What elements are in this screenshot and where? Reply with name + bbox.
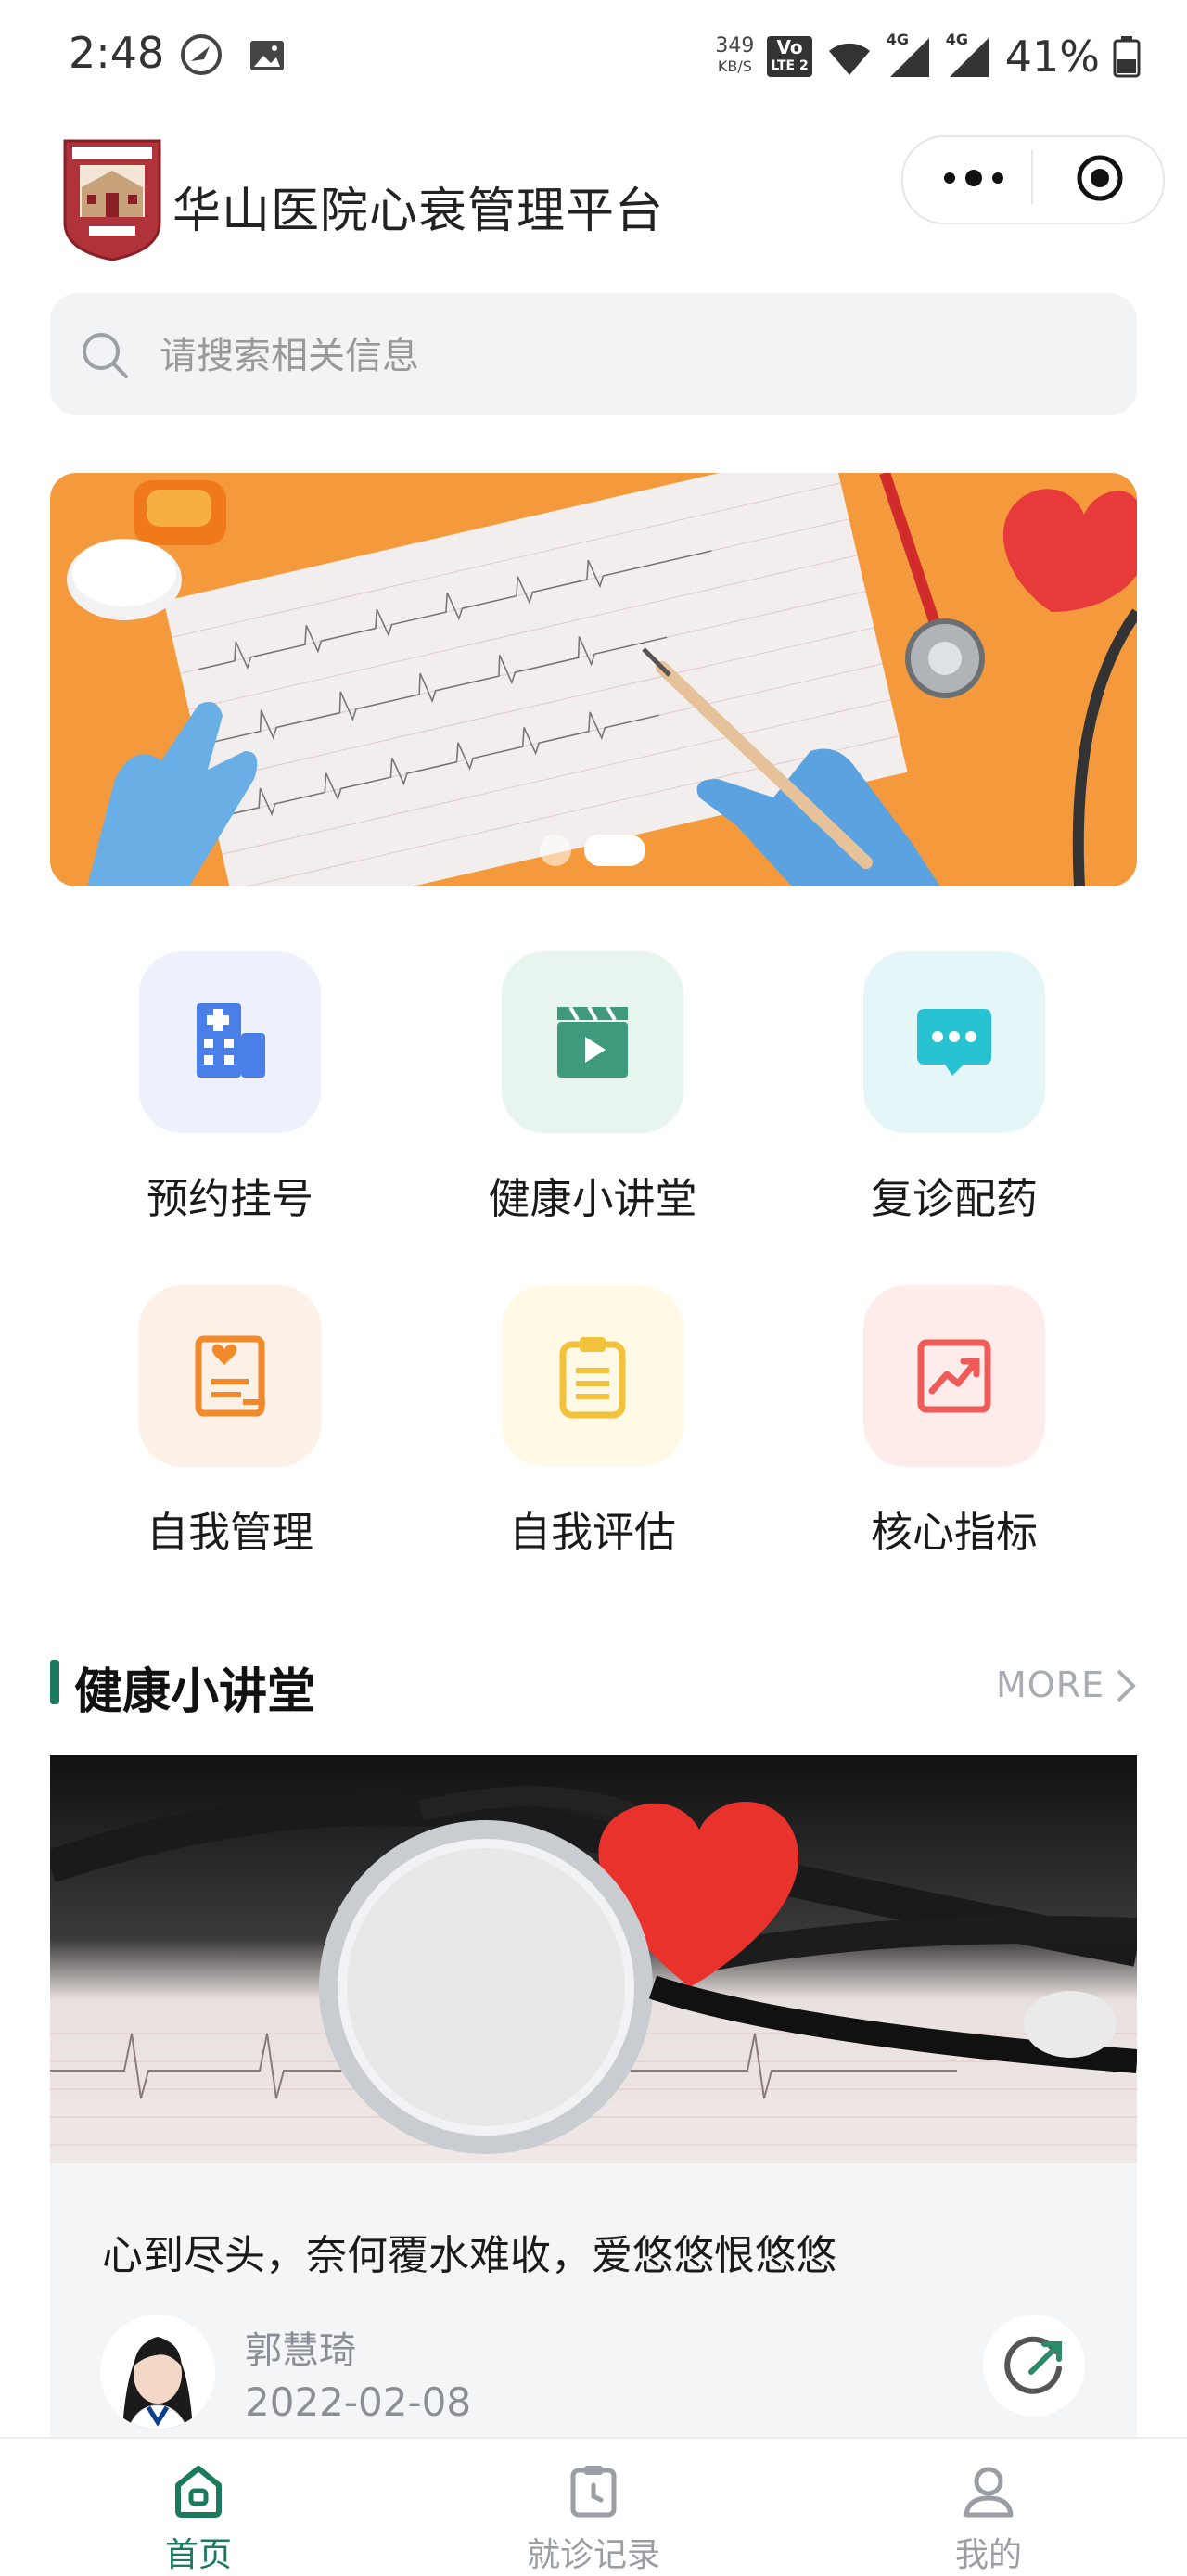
quick-action-label: 预约挂号 [146, 1174, 313, 1223]
quick-action-self-management[interactable] [139, 1285, 321, 1467]
clipboard-clock-icon[interactable] [566, 2463, 621, 2519]
quick-action-label: 健康小讲堂 [488, 1174, 697, 1223]
signal-icon-2: 4G [945, 31, 992, 79]
quick-action-appointment[interactable] [139, 951, 321, 1133]
banner-ecg-image [50, 473, 1137, 886]
gallery-icon [250, 41, 284, 70]
video-clapper-icon [557, 1006, 628, 1078]
tab-home-label[interactable]: 首页 [87, 2528, 310, 2576]
share-button[interactable] [983, 2315, 1085, 2417]
net-speed: 349 KB/S [715, 36, 754, 77]
more-link[interactable]: MORE [996, 1664, 1104, 1705]
section-accent-bar [50, 1660, 59, 1704]
section-title: 健康小讲堂 [74, 1664, 316, 1720]
net-speed-value: 349 [715, 34, 755, 57]
volte-badge: Vo LTE 2 [767, 36, 812, 77]
signal-4g-label-1: 4G [886, 31, 910, 48]
close-target-icon[interactable] [1076, 154, 1124, 202]
profile-card-icon [195, 1335, 265, 1417]
search-icon [83, 333, 128, 378]
clipboard-icon [559, 1337, 626, 1419]
user-icon[interactable] [961, 2463, 1016, 2519]
quick-action-self-assessment[interactable] [502, 1285, 683, 1467]
status-right-group: 349 KB/S Vo LTE 2 4G 4G 41% [715, 24, 1141, 89]
quick-action-health-lecture[interactable] [502, 951, 683, 1133]
article-author: 郭慧琦 [245, 2329, 356, 2372]
quick-action-refill[interactable] [863, 951, 1045, 1133]
quick-action-label: 自我评估 [508, 1508, 676, 1557]
battery-percent: 41% [1004, 32, 1100, 82]
wifi-icon [828, 43, 870, 75]
author-photo [100, 2315, 215, 2429]
capsule-divider [1031, 150, 1033, 204]
stethoscope-heart-image [50, 1755, 1137, 2163]
app-title: 华山医院心衰管理平台 [172, 184, 665, 239]
search-input[interactable] [158, 325, 1089, 388]
battery-icon [1113, 36, 1141, 78]
volte-bottom: LTE 2 [771, 58, 809, 73]
tab-visits-label[interactable]: 就诊记录 [482, 2528, 705, 2576]
article-date: 2022-02-08 [245, 2379, 472, 2425]
quick-action-label: 自我管理 [146, 1508, 313, 1557]
quick-action-label: 复诊配药 [870, 1174, 1038, 1223]
article-cover[interactable] [50, 1755, 1137, 2163]
compass-app-icon [181, 34, 222, 75]
chevron-right-icon[interactable] [1113, 1665, 1139, 1706]
share-icon [1004, 2336, 1062, 2394]
author-avatar [100, 2315, 215, 2429]
signal-icon-1: 4G [886, 31, 933, 79]
banner-dot-1[interactable] [540, 835, 571, 866]
home-icon[interactable] [171, 2463, 226, 2519]
signal-4g-label-2: 4G [945, 31, 969, 48]
article-title[interactable]: 心到尽头，奈何覆水难收，爱悠悠恨悠悠 [102, 2222, 836, 2281]
banner-carousel[interactable] [50, 473, 1137, 886]
tab-mine-label[interactable]: 我的 [877, 2528, 1100, 2576]
trend-chart-icon [917, 1339, 991, 1413]
hospital-logo [63, 139, 161, 261]
quick-action-core-indicators[interactable] [863, 1285, 1045, 1467]
banner-dot-2-active[interactable] [584, 835, 645, 866]
status-bar: 2:48 349 KB/S Vo LTE 2 4G 4G 41% [0, 0, 1187, 111]
quick-action-label: 核心指标 [870, 1508, 1038, 1557]
more-dots-icon[interactable] [937, 158, 1011, 198]
net-speed-unit: KB/S [717, 57, 752, 75]
status-time: 2:48 [69, 28, 165, 78]
hospital-building-icon [197, 1003, 265, 1078]
chat-bubble-icon [917, 1009, 991, 1076]
volte-top: Vo [776, 36, 803, 58]
